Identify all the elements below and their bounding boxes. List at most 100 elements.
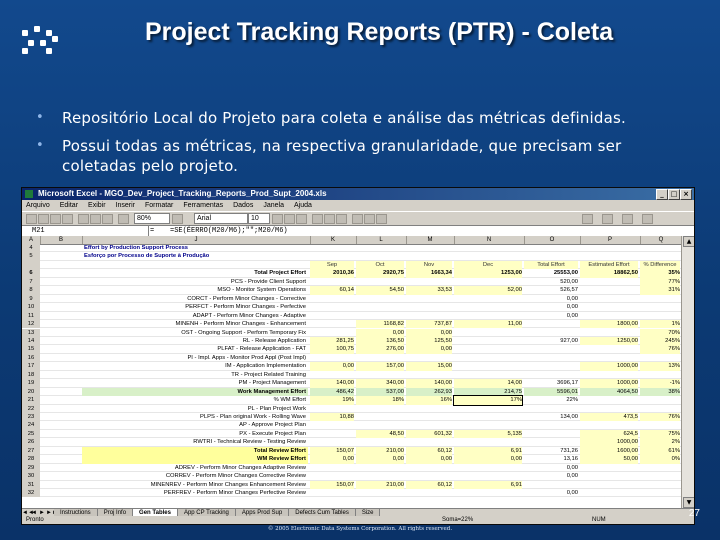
cell[interactable]: 13% — [640, 362, 680, 371]
cell[interactable]: 210,00 — [356, 480, 404, 489]
cell[interactable]: 927,00 — [524, 337, 578, 345]
currency-icon[interactable] — [352, 214, 363, 224]
row-number[interactable]: 9 — [22, 294, 40, 304]
row-number[interactable] — [22, 260, 40, 270]
cell[interactable]: 624,5 — [580, 429, 638, 439]
cell[interactable]: 75% — [640, 429, 680, 439]
cell[interactable]: 526,57 — [524, 286, 578, 294]
row-number[interactable]: 15 — [22, 345, 40, 354]
cell[interactable]: 1663,34 — [406, 269, 452, 278]
cell[interactable]: 48,50 — [356, 429, 404, 439]
cell[interactable]: 0,00 — [406, 345, 452, 354]
cell[interactable]: 16% — [406, 396, 452, 405]
cell[interactable]: 473,5 — [580, 413, 638, 422]
row-number[interactable]: 23 — [22, 413, 40, 422]
cell[interactable]: 276,00 — [356, 345, 404, 354]
row-number[interactable]: 31 — [22, 480, 40, 490]
menu-item[interactable]: Editar — [60, 202, 78, 209]
cell[interactable]: Nov — [406, 260, 452, 270]
cell[interactable]: Oct — [356, 260, 404, 270]
menu-item[interactable]: Formatar — [145, 202, 173, 209]
row-label[interactable]: OST - Ongoing Support - Perform Temporar… — [82, 329, 308, 337]
cell[interactable]: 0,00 — [524, 303, 578, 311]
copy-icon[interactable] — [90, 214, 101, 224]
cell[interactable]: 136,50 — [356, 336, 404, 346]
cell[interactable]: 0,00 — [356, 455, 404, 464]
cell[interactable]: 70% — [640, 328, 680, 337]
scroll-down-icon[interactable]: ▼ — [683, 497, 694, 508]
column-header[interactable]: L — [356, 236, 407, 244]
cell[interactable]: 245% — [640, 336, 680, 346]
align-center-icon[interactable] — [324, 214, 335, 224]
column-header[interactable]: N — [454, 236, 525, 244]
minimize-icon[interactable]: _ — [656, 189, 668, 200]
cell[interactable]: 52,00 — [454, 286, 522, 295]
bold-icon[interactable] — [272, 214, 283, 224]
cell[interactable]: 77% — [640, 277, 680, 287]
row-number[interactable]: 22 — [22, 404, 40, 413]
row-number[interactable]: 5 — [22, 252, 40, 261]
menu-item[interactable]: Inserir — [116, 202, 135, 209]
new-icon[interactable] — [26, 214, 37, 224]
italic-icon[interactable] — [284, 214, 295, 224]
zoom-select[interactable]: 80% — [134, 213, 170, 224]
row-label[interactable]: CORREV - Perform Minor Changes Correctiv… — [82, 472, 308, 480]
row-label[interactable]: % WM Effort — [82, 396, 308, 404]
cell[interactable]: 0,00 — [310, 362, 354, 371]
menu-item[interactable]: Ferramentas — [183, 202, 223, 209]
align-left-icon[interactable] — [312, 214, 323, 224]
cell[interactable]: Estimated Effort — [580, 260, 638, 270]
cell[interactable]: 1250,00 — [580, 336, 638, 346]
row-number[interactable]: 11 — [22, 311, 40, 321]
borders-icon[interactable] — [582, 214, 593, 224]
help-icon[interactable] — [172, 214, 183, 224]
cell[interactable]: 1600,00 — [580, 446, 638, 456]
comma-icon[interactable] — [376, 214, 387, 224]
cell[interactable]: 3696,17 — [524, 379, 578, 387]
save-icon[interactable] — [50, 214, 61, 224]
row-number[interactable]: 25 — [22, 429, 40, 439]
row-label[interactable]: TR - Project Related Training — [82, 371, 308, 379]
row-label[interactable]: MINENREV - Perform Minor Changes Enhance… — [82, 481, 308, 489]
row-number[interactable]: 14 — [22, 336, 40, 346]
cell[interactable]: 60,14 — [310, 286, 354, 295]
cell[interactable]: 281,25 — [310, 336, 354, 346]
row-number[interactable]: 20 — [22, 387, 40, 397]
cell[interactable]: 76% — [640, 413, 680, 422]
cell[interactable]: 100,75 — [310, 345, 354, 354]
cell[interactable]: Dec — [454, 260, 522, 270]
print-icon[interactable] — [62, 214, 73, 224]
row-number[interactable]: 26 — [22, 438, 40, 447]
cell[interactable]: 140,00 — [406, 379, 452, 388]
row-number[interactable]: 10 — [22, 303, 40, 312]
row-label[interactable]: Total Project Effort — [82, 269, 308, 277]
row-label[interactable]: AP - Approve Project Plan — [82, 421, 308, 429]
row-number[interactable]: 13 — [22, 328, 40, 337]
cell[interactable]: 0,00 — [524, 489, 578, 497]
row-label[interactable]: PERFCT - Perform Minor Changes - Perfect… — [82, 303, 308, 311]
cell[interactable]: 601,32 — [406, 429, 452, 439]
cell[interactable]: 1168,82 — [356, 320, 404, 329]
cell[interactable]: 262,93 — [406, 387, 452, 397]
cell[interactable]: 214,75 — [454, 387, 522, 397]
cell[interactable]: 0,00 — [524, 295, 578, 303]
cell[interactable]: 1253,00 — [454, 269, 522, 278]
menu-item[interactable]: Arquivo — [26, 202, 50, 209]
menu-item[interactable]: Janela — [263, 202, 284, 209]
row-label[interactable]: Total Review Effort — [82, 446, 308, 456]
font-color-icon[interactable] — [622, 214, 633, 224]
cell[interactable]: 1000,00 — [580, 438, 638, 447]
row-number[interactable]: 12 — [22, 320, 40, 329]
cell[interactable]: 0,00 — [406, 455, 452, 464]
row-label[interactable]: RWTRI - Technical Review - Testing Revie… — [82, 438, 308, 446]
fill-color-icon[interactable] — [602, 214, 613, 224]
cell[interactable]: 5596,01 — [524, 387, 578, 397]
cell[interactable]: 2010,36 — [310, 269, 354, 278]
cell[interactable]: -1% — [640, 379, 680, 388]
cell[interactable]: 18862,50 — [580, 269, 638, 278]
percent-icon[interactable] — [364, 214, 375, 224]
row-label[interactable]: Work Management Effort — [82, 387, 308, 397]
cell[interactable]: 50,00 — [580, 455, 638, 464]
row-label[interactable]: PX - Execute Project Plan — [82, 430, 308, 438]
row-number[interactable]: 27 — [22, 446, 40, 456]
